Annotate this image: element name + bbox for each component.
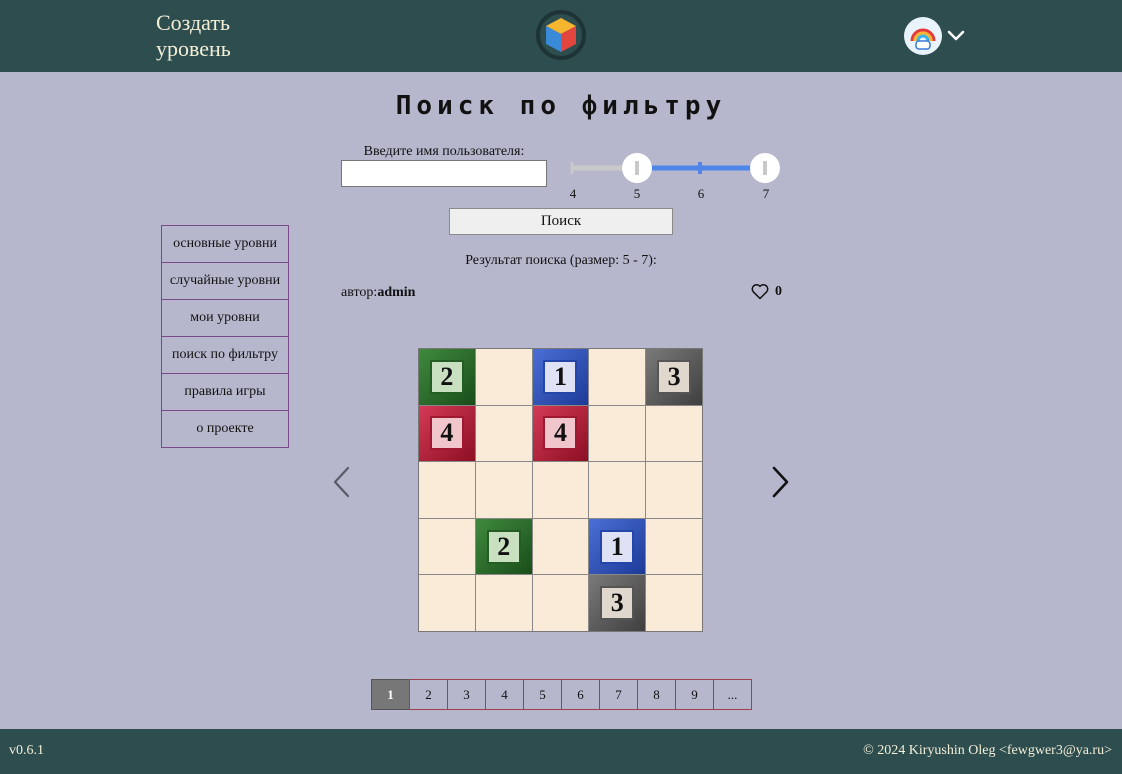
number-tile[interactable]: 4 xyxy=(532,405,589,462)
slider-tick-label: 5 xyxy=(633,186,641,201)
cube-logo-icon[interactable] xyxy=(535,9,587,61)
sidenav-item-random-levels[interactable]: случайные уровни xyxy=(162,263,288,300)
app-version: v0.6.1 xyxy=(9,743,44,758)
tile-number: 2 xyxy=(429,359,464,394)
board-cell[interactable]: 3 xyxy=(646,349,702,405)
board-cell[interactable]: 2 xyxy=(419,349,475,405)
board-cell[interactable] xyxy=(646,575,702,631)
pagination-page[interactable]: 9 xyxy=(675,679,714,710)
pagination: 1 2 3 4 5 6 7 8 9... xyxy=(371,679,752,710)
board-cell[interactable] xyxy=(646,462,702,518)
footer: v0.6.1 © 2024 Kiryushin Oleg <fewgwer3@y… xyxy=(0,729,1122,774)
pagination-page[interactable]: 8 xyxy=(637,679,676,710)
board-cell[interactable] xyxy=(589,349,646,405)
board-cell[interactable]: 3 xyxy=(589,575,646,631)
board-cell[interactable] xyxy=(589,405,646,462)
slider-handle-max[interactable] xyxy=(750,153,780,183)
tile-number: 2 xyxy=(486,529,521,564)
likes-count: 0 xyxy=(775,283,782,299)
tile-number: 4 xyxy=(429,416,464,451)
top-header: Создать уровень xyxy=(0,0,1122,72)
pagination-page[interactable]: 1 xyxy=(371,679,410,710)
level-board[interactable]: 2 1 3 4 4 2 1 3 xyxy=(418,348,703,632)
pagination-page[interactable]: 3 xyxy=(447,679,486,710)
sidenav-item-about[interactable]: о проекте xyxy=(162,411,288,447)
pagination-page[interactable]: 7 xyxy=(599,679,638,710)
level-author: автор:admin xyxy=(341,285,415,301)
board-cell[interactable]: 1 xyxy=(532,349,589,405)
board-cell[interactable] xyxy=(419,462,475,518)
board-cell[interactable]: 4 xyxy=(419,405,475,462)
board-cell[interactable] xyxy=(475,462,532,518)
board-cell[interactable]: 4 xyxy=(532,405,589,462)
chevron-right-icon[interactable] xyxy=(769,465,791,499)
tile-number: 3 xyxy=(657,359,692,394)
board-cell[interactable] xyxy=(475,405,532,462)
heart-icon[interactable] xyxy=(751,283,769,300)
slider-tick-label: 7 xyxy=(762,186,770,201)
board-cell[interactable] xyxy=(419,518,475,575)
number-tile[interactable]: 1 xyxy=(589,518,646,575)
slider-tick-label: 6 xyxy=(697,186,705,201)
tile-number: 3 xyxy=(600,586,635,621)
author-name[interactable]: admin xyxy=(377,285,415,300)
user-avatar[interactable] xyxy=(904,17,942,55)
pagination-page[interactable]: 2 xyxy=(409,679,448,710)
board-cell[interactable] xyxy=(475,575,532,631)
rainbow-avatar-icon xyxy=(910,28,936,50)
number-tile[interactable]: 2 xyxy=(475,518,532,575)
tile-number: 1 xyxy=(600,529,635,564)
sidenav-item-filter-search[interactable]: поиск по фильтру xyxy=(162,337,288,374)
number-tile[interactable]: 3 xyxy=(646,349,702,405)
username-input[interactable] xyxy=(341,160,547,187)
page-title: Поиск по фильтру xyxy=(395,91,727,121)
board-cell[interactable] xyxy=(419,575,475,631)
board-cell[interactable]: 1 xyxy=(589,518,646,575)
tile-number: 4 xyxy=(543,416,578,451)
slider-handle-min[interactable] xyxy=(622,153,652,183)
board-cell[interactable] xyxy=(589,462,646,518)
pagination-page[interactable]: 6 xyxy=(561,679,600,710)
board-cell[interactable] xyxy=(646,518,702,575)
number-tile[interactable]: 4 xyxy=(419,405,475,462)
sidenav-item-rules[interactable]: правила игры xyxy=(162,374,288,411)
tile-number: 1 xyxy=(543,359,578,394)
username-label: Введите имя пользователя: xyxy=(363,144,525,159)
slider-tick-label: 4 xyxy=(569,186,577,201)
sidenav-item-my-levels[interactable]: мои уровни xyxy=(162,300,288,337)
like-counter[interactable]: 0 xyxy=(751,283,782,300)
pagination-page[interactable]: 4 xyxy=(485,679,524,710)
size-range-slider[interactable] xyxy=(565,150,785,205)
create-level-link[interactable]: Создать уровень xyxy=(156,10,276,62)
board-cell[interactable] xyxy=(532,575,589,631)
board-cell[interactable] xyxy=(532,462,589,518)
number-tile[interactable]: 2 xyxy=(419,349,475,405)
sidenav-item-main-levels[interactable]: основные уровни xyxy=(162,226,288,263)
search-button[interactable]: Поиск xyxy=(449,208,673,235)
side-navigation: основные уровни случайные уровни мои уро… xyxy=(161,225,289,448)
chevron-down-icon[interactable] xyxy=(946,27,966,43)
board-cell[interactable]: 2 xyxy=(475,518,532,575)
number-tile[interactable]: 1 xyxy=(532,349,589,405)
board-cell[interactable] xyxy=(475,349,532,405)
board-cell[interactable] xyxy=(646,405,702,462)
copyright-text: © 2024 Kiryushin Oleg <fewgwer3@ya.ru> xyxy=(863,743,1112,758)
pagination-page[interactable]: 5 xyxy=(523,679,562,710)
board-cell[interactable] xyxy=(532,518,589,575)
author-prefix: автор: xyxy=(341,285,378,300)
pagination-more[interactable]: ... xyxy=(713,679,752,710)
number-tile[interactable]: 3 xyxy=(589,575,646,631)
chevron-left-icon[interactable] xyxy=(331,465,353,499)
